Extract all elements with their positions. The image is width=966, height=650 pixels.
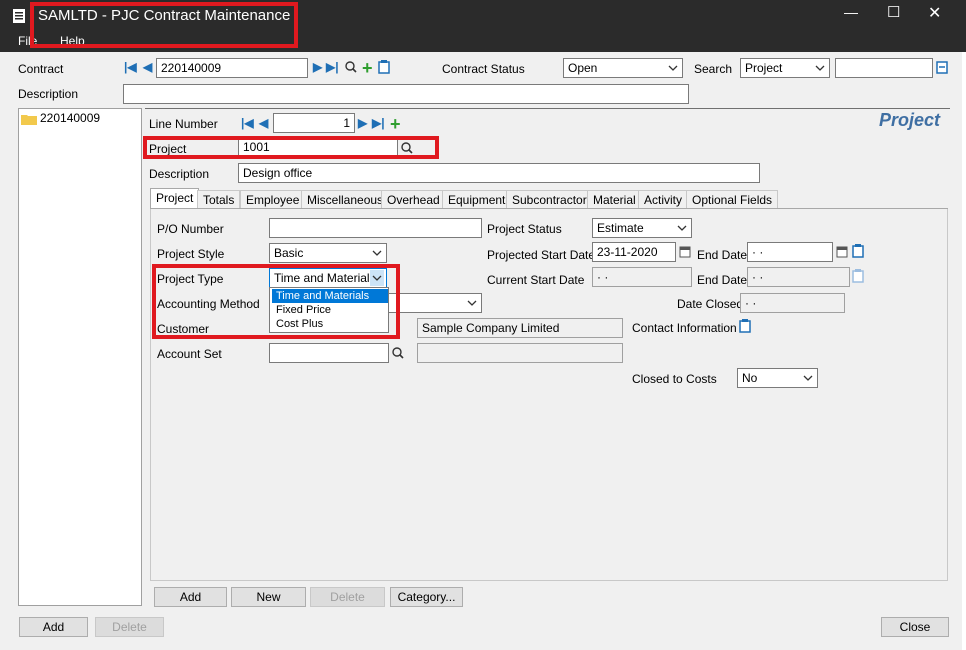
- add-contract-icon[interactable]: +: [362, 59, 373, 77]
- customer-name-field: Sample Company Limited: [417, 318, 623, 338]
- end-date-input[interactable]: · ·: [747, 242, 833, 262]
- main-window: SAMLTD - PJC Contract Maintenance File H…: [0, 0, 966, 650]
- project-style-value: Basic: [274, 246, 304, 260]
- delete-line-button[interactable]: Delete: [310, 587, 385, 607]
- calendar-icon[interactable]: [836, 245, 848, 259]
- chevron-down-icon: [372, 250, 382, 256]
- tab-overhead[interactable]: Overhead: [381, 190, 446, 209]
- search-icon[interactable]: [344, 60, 358, 74]
- window-edge: [962, 52, 966, 650]
- current-start-label: Current Start Date: [487, 273, 585, 287]
- closed-to-costs-label: Closed to Costs: [632, 372, 717, 386]
- close-window-button[interactable]: ✕: [928, 3, 941, 23]
- projected-start-label: Projected Start Date: [487, 248, 596, 262]
- annotation-project-type-box: [152, 264, 400, 339]
- search-go-icon[interactable]: [936, 60, 948, 74]
- current-end-date-label: End Date: [697, 273, 748, 287]
- contact-info-label: Contact Information: [632, 321, 737, 335]
- closed-to-costs-select[interactable]: No: [737, 368, 818, 388]
- closed-to-costs-value: No: [742, 371, 758, 385]
- contract-status-select[interactable]: Open: [563, 58, 683, 78]
- line-number-label: Line Number: [149, 117, 218, 131]
- account-set-label: Account Set: [157, 347, 222, 361]
- zoom-detail-icon[interactable]: [739, 319, 751, 333]
- contract-label: Contract: [18, 62, 64, 76]
- contract-status-value: Open: [568, 61, 598, 75]
- annotation-title-box: [30, 2, 298, 48]
- add-line-button[interactable]: Add: [154, 587, 227, 607]
- add-line-icon[interactable]: +: [390, 115, 401, 133]
- delete-button[interactable]: Delete: [95, 617, 164, 637]
- tab-material[interactable]: Material: [587, 190, 642, 209]
- tab-equipment[interactable]: Equipment: [442, 190, 512, 209]
- search-label: Search: [694, 62, 733, 76]
- search-input[interactable]: [835, 58, 933, 78]
- projected-start-input[interactable]: 23-11-2020: [592, 242, 676, 262]
- category-button[interactable]: Category...: [390, 587, 463, 607]
- folder-icon: [21, 115, 37, 125]
- previous-record-icon[interactable]: ◀: [143, 60, 152, 74]
- chevron-down-icon: [677, 225, 687, 231]
- description-input[interactable]: [123, 84, 689, 104]
- project-description-label: Description: [149, 167, 210, 181]
- description-label: Description: [18, 87, 79, 101]
- project-style-select[interactable]: Basic: [269, 243, 387, 263]
- tab-subcontractor[interactable]: Subcontractor: [506, 190, 593, 209]
- date-closed-field: · ·: [740, 293, 845, 313]
- first-record-icon[interactable]: |◀: [124, 60, 137, 74]
- line-number-input[interactable]: 1: [273, 113, 355, 133]
- maximize-button[interactable]: ☐: [887, 3, 900, 21]
- tab-miscellaneous[interactable]: Miscellaneous: [301, 190, 390, 209]
- app-icon: [13, 9, 25, 23]
- project-status-select[interactable]: Estimate: [592, 218, 692, 238]
- calendar-icon[interactable]: [679, 245, 691, 259]
- current-end-date-field: · ·: [747, 267, 850, 287]
- annotation-project-box: [143, 136, 439, 159]
- search-by-value: Project: [745, 61, 783, 75]
- project-style-label: Project Style: [157, 247, 225, 261]
- contract-status-label: Contract Status: [442, 62, 525, 76]
- chevron-down-icon: [803, 375, 813, 381]
- po-number-label: P/O Number: [157, 222, 224, 236]
- next-record-icon[interactable]: ▶: [313, 60, 322, 74]
- zoom-detail-icon[interactable]: [378, 60, 390, 74]
- date-closed-label: Date Closed: [677, 297, 744, 311]
- project-status-label: Project Status: [487, 222, 562, 236]
- add-button[interactable]: Add: [19, 617, 88, 637]
- search-icon[interactable]: [391, 346, 405, 360]
- next-line-icon[interactable]: ▶: [358, 116, 367, 130]
- minimize-button[interactable]: —: [844, 4, 858, 20]
- new-button[interactable]: New: [231, 587, 306, 607]
- first-line-icon[interactable]: |◀: [241, 116, 254, 130]
- previous-line-icon[interactable]: ◀: [259, 116, 268, 130]
- zoom-detail-icon[interactable]: [852, 244, 864, 258]
- section-title: Project: [879, 110, 941, 130]
- search-by-select[interactable]: Project: [740, 58, 830, 78]
- contract-input[interactable]: 220140009: [156, 58, 308, 78]
- account-set-input[interactable]: [269, 343, 389, 363]
- tree-item-label[interactable]: 220140009: [40, 111, 100, 125]
- chevron-down-icon: [815, 65, 825, 71]
- tab-optional-fields[interactable]: Optional Fields: [686, 190, 779, 209]
- divider: [145, 108, 950, 109]
- tab-project[interactable]: Project: [150, 188, 200, 209]
- last-record-icon[interactable]: ▶|: [326, 60, 339, 74]
- project-status-value: Estimate: [597, 221, 644, 235]
- chevron-down-icon: [668, 65, 678, 71]
- contract-tree[interactable]: 220140009: [18, 108, 142, 606]
- current-start-field: · ·: [592, 267, 692, 287]
- tab-activity[interactable]: Activity: [638, 190, 689, 209]
- tab-totals[interactable]: Totals: [197, 190, 241, 209]
- tab-employee[interactable]: Employee: [240, 190, 306, 209]
- project-description-input[interactable]: Design office: [238, 163, 760, 183]
- account-set-description: [417, 343, 623, 363]
- close-button[interactable]: Close: [881, 617, 949, 637]
- end-date-label: End Date: [697, 248, 748, 262]
- po-number-input[interactable]: [269, 218, 482, 238]
- chevron-down-icon: [467, 300, 477, 306]
- zoom-detail-icon: [852, 269, 864, 283]
- last-line-icon[interactable]: ▶|: [372, 116, 385, 130]
